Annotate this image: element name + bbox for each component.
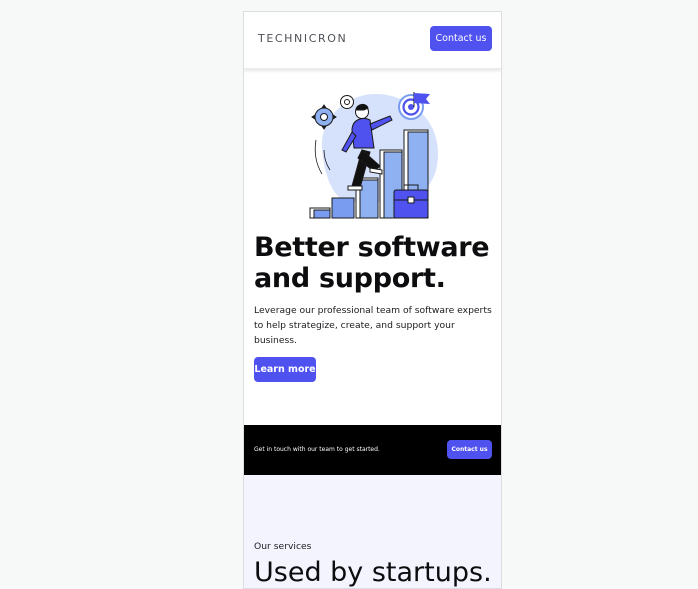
site-header: TECHNICRON Contact us xyxy=(244,12,501,69)
hero-illustration xyxy=(309,92,438,219)
services-title: Used by startups. xyxy=(254,557,492,588)
mobile-page-frame: TECHNICRON Contact us Better software an… xyxy=(243,11,502,589)
technicron-logo[interactable]: TECHNICRON xyxy=(258,32,347,45)
services-section: Our services Used by startups. xyxy=(244,475,501,588)
cta-band: Get in touch with our team to get starte… xyxy=(244,425,501,475)
hero-headline: Better software and support. xyxy=(254,232,490,294)
cta-contact-button[interactable]: Contact us xyxy=(447,440,492,459)
target-flag-icon xyxy=(398,92,430,120)
briefcase-icon xyxy=(393,184,429,219)
hero-description: Leverage our professional team of softwa… xyxy=(254,305,492,346)
header-contact-button[interactable]: Contact us xyxy=(430,26,492,51)
learn-more-button[interactable]: Learn more xyxy=(254,357,316,382)
services-label: Our services xyxy=(254,541,312,552)
cta-text: Get in touch with our team to get starte… xyxy=(254,446,380,453)
